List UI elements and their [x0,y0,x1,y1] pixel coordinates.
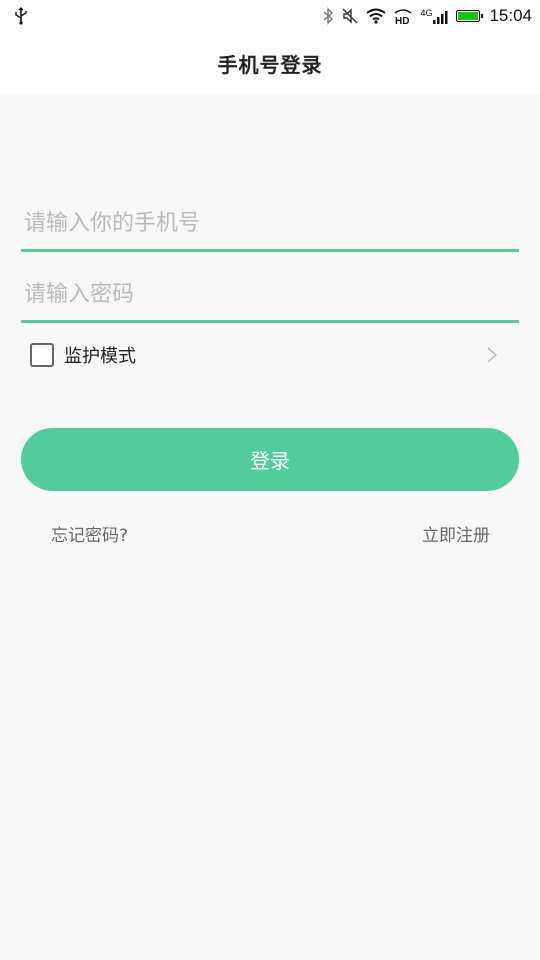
svg-text:HD: HD [395,16,409,25]
page-title: 手机号登录 [217,52,323,77]
status-time: 15:04 [489,6,532,25]
mute-icon [342,8,358,24]
register-link[interactable]: 立即注册 [422,521,490,546]
phone-field [21,196,519,252]
chevron-right-icon[interactable] [486,346,498,364]
status-icons: HD 4G 15:04 [322,4,532,28]
password-input[interactable] [21,274,519,314]
header-bar: 手机号登录 [0,32,540,94]
phone-input[interactable] [21,203,519,243]
forgot-password-link[interactable]: 忘记密码? [51,521,128,546]
bluetooth-icon [323,7,334,25]
monitor-mode-row[interactable]: 监护模式 [30,341,500,369]
login-screen: HD 4G 15:04 手机号登录 监护模式 [0,0,540,960]
status-bar: HD 4G 15:04 [0,0,540,32]
battery-icon [456,10,484,22]
password-field [21,267,519,323]
wifi-icon [366,8,387,24]
login-button-label: 登录 [250,451,290,473]
login-button[interactable]: 登录 [21,428,519,491]
monitor-mode-checkbox[interactable] [30,343,54,367]
battery-fill [458,12,479,20]
usb-icon [15,7,27,25]
hd-icon: HD [394,9,412,25]
network-type: 4G [420,7,433,18]
signal-icon: 4G [420,7,449,24]
monitor-mode-label: 监护模式 [64,346,136,367]
